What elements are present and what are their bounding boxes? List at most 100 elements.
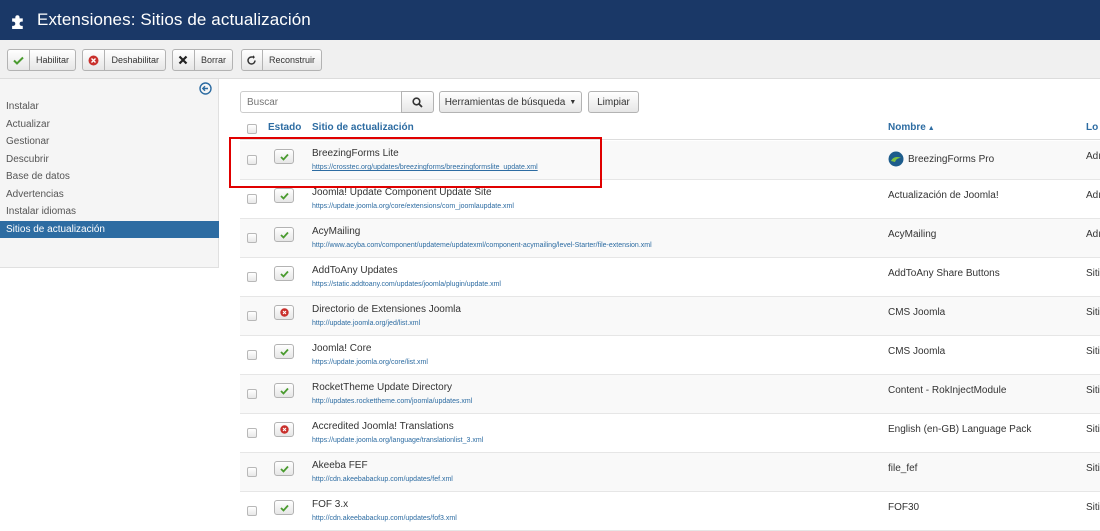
sidebar-item-base-de-datos[interactable]: Base de datos — [0, 168, 219, 185]
extension-name: English (en-GB) Language Pack — [888, 424, 1032, 435]
site-url[interactable]: http://www.acyba.com/component/updateme/… — [312, 242, 652, 249]
column-site[interactable]: Sitio de actualización — [312, 122, 414, 133]
location: Siti — [1086, 463, 1100, 474]
page-header: Extensiones: Sitios de actualización — [0, 0, 1100, 40]
extension-name: Actualización de Joomla! — [888, 190, 999, 201]
column-state[interactable]: Estado — [268, 122, 301, 133]
select-all-checkbox[interactable] — [247, 124, 257, 134]
disable-button[interactable]: Deshabilitar — [82, 49, 166, 71]
search-button[interactable] — [401, 91, 434, 113]
disabled-icon — [279, 425, 289, 434]
check-icon — [279, 348, 289, 356]
highlight-annotation — [229, 137, 602, 188]
sidebar-item-gestionar[interactable]: Gestionar — [0, 133, 219, 150]
check-icon — [279, 192, 289, 200]
location: Siti — [1086, 502, 1100, 513]
row-checkbox[interactable] — [247, 233, 257, 243]
toolbar: Habilitar Deshabilitar Borrar Reconstrui… — [0, 40, 1100, 79]
state-toggle[interactable] — [274, 344, 294, 359]
column-name[interactable]: Nombre ▲ — [888, 122, 935, 133]
site-url[interactable]: http://cdn.akeebabackup.com/updates/fef.… — [312, 476, 453, 483]
location: Adı — [1086, 151, 1100, 162]
row-checkbox[interactable] — [247, 467, 257, 477]
table-row: Akeeba FEF http://cdn.akeebabackup.com/u… — [240, 453, 1100, 492]
puzzle-icon — [12, 14, 23, 29]
column-location[interactable]: Lo — [1086, 122, 1098, 133]
site-name[interactable]: AddToAny Updates — [312, 265, 398, 276]
extension-name: CMS Joomla — [888, 346, 946, 357]
sidebar-item-actualizar[interactable]: Actualizar — [0, 116, 219, 133]
site-name[interactable]: Joomla! Update Component Update Site — [312, 187, 492, 198]
state-toggle[interactable] — [274, 461, 294, 476]
extension-name: Content - RokInjectModule — [888, 385, 1007, 396]
sidebar-item-instalar[interactable]: Instalar — [0, 98, 219, 115]
site-url[interactable]: https://static.addtoany.com/updates/joom… — [312, 281, 501, 288]
table-row: AddToAny Updates https://static.addtoany… — [240, 258, 1100, 297]
sidebar-item-descubrir[interactable]: Descubrir — [0, 151, 219, 168]
clear-button[interactable]: Limpiar — [588, 91, 639, 113]
site-name[interactable]: Directorio de Extensiones Joomla — [312, 304, 461, 315]
table-row: AcyMailing http://www.acyba.com/componen… — [240, 219, 1100, 258]
check-icon — [279, 387, 289, 395]
state-toggle[interactable] — [274, 500, 294, 515]
site-name[interactable]: Joomla! Core — [312, 343, 371, 354]
search-icon — [412, 96, 423, 108]
location: Siti — [1086, 307, 1100, 318]
extension-name: file_fef — [888, 463, 918, 474]
table-row: FOF 3.x http://cdn.akeebabackup.com/upda… — [240, 492, 1100, 531]
check-icon — [279, 270, 289, 278]
sidebar-item-instalar-idiomas[interactable]: Instalar idiomas — [0, 203, 219, 220]
site-name[interactable]: RocketTheme Update Directory — [312, 382, 452, 393]
row-checkbox[interactable] — [247, 428, 257, 438]
site-name[interactable]: Accredited Joomla! Translations — [312, 421, 454, 432]
state-toggle[interactable] — [274, 422, 294, 437]
row-checkbox[interactable] — [247, 272, 257, 282]
site-url[interactable]: https://update.joomla.org/core/list.xml — [312, 359, 428, 366]
table-row: Joomla! Core https://update.joomla.org/c… — [240, 336, 1100, 375]
location: Siti — [1086, 346, 1100, 357]
table-row: Directorio de Extensiones Joomla http://… — [240, 297, 1100, 336]
site-name[interactable]: Akeeba FEF — [312, 460, 368, 471]
row-checkbox[interactable] — [247, 506, 257, 516]
site-url[interactable]: https://update.joomla.org/language/trans… — [312, 437, 483, 444]
location: Adı — [1086, 190, 1100, 201]
site-name[interactable]: FOF 3.x — [312, 499, 348, 510]
disabled-icon — [279, 308, 289, 317]
check-icon — [279, 465, 289, 473]
state-toggle[interactable] — [274, 383, 294, 398]
table-row: Accredited Joomla! Translations https://… — [240, 414, 1100, 453]
state-toggle[interactable] — [274, 305, 294, 320]
state-toggle[interactable] — [274, 188, 294, 203]
site-url[interactable]: http://cdn.akeebabackup.com/updates/fof3… — [312, 515, 457, 522]
state-toggle[interactable] — [274, 266, 294, 281]
sidebar-item-advertencias[interactable]: Advertencias — [0, 186, 219, 203]
search-input[interactable] — [240, 91, 402, 113]
search-tools-button[interactable]: Herramientas de búsqueda ▼ — [439, 91, 582, 113]
delete-button[interactable]: Borrar — [172, 49, 233, 71]
location: Adı — [1086, 229, 1100, 240]
caret-down-icon: ▼ — [569, 98, 577, 106]
site-name[interactable]: AcyMailing — [312, 226, 360, 237]
rebuild-button[interactable]: Reconstruir — [241, 49, 322, 71]
extension-name: AddToAny Share Buttons — [888, 268, 1000, 279]
site-url[interactable]: http://update.joomla.org/jed/list.xml — [312, 320, 420, 327]
row-checkbox[interactable] — [247, 350, 257, 360]
disable-icon — [83, 50, 106, 70]
enable-button[interactable]: Habilitar — [7, 49, 76, 71]
breezingforms-logo-icon — [888, 151, 904, 167]
table-row: RocketTheme Update Directory http://upda… — [240, 375, 1100, 414]
extension-name: AcyMailing — [888, 229, 937, 240]
refresh-icon — [242, 50, 263, 70]
sidebar-item-sitios-de-actualizacion[interactable]: Sitios de actualización — [0, 221, 219, 238]
site-url[interactable]: https://update.joomla.org/core/extension… — [312, 203, 514, 210]
check-icon — [279, 504, 289, 512]
sidebar: Instalar Actualizar Gestionar Descubrir … — [0, 79, 219, 268]
state-toggle[interactable] — [274, 227, 294, 242]
row-checkbox[interactable] — [247, 389, 257, 399]
row-checkbox[interactable] — [247, 311, 257, 321]
extension-name: FOF30 — [888, 502, 920, 513]
site-url[interactable]: http://updates.rockettheme.com/joomla/up… — [312, 398, 472, 405]
row-checkbox[interactable] — [247, 194, 257, 204]
sort-asc-icon: ▲ — [927, 125, 935, 132]
extension-name: CMS Joomla — [888, 307, 946, 318]
